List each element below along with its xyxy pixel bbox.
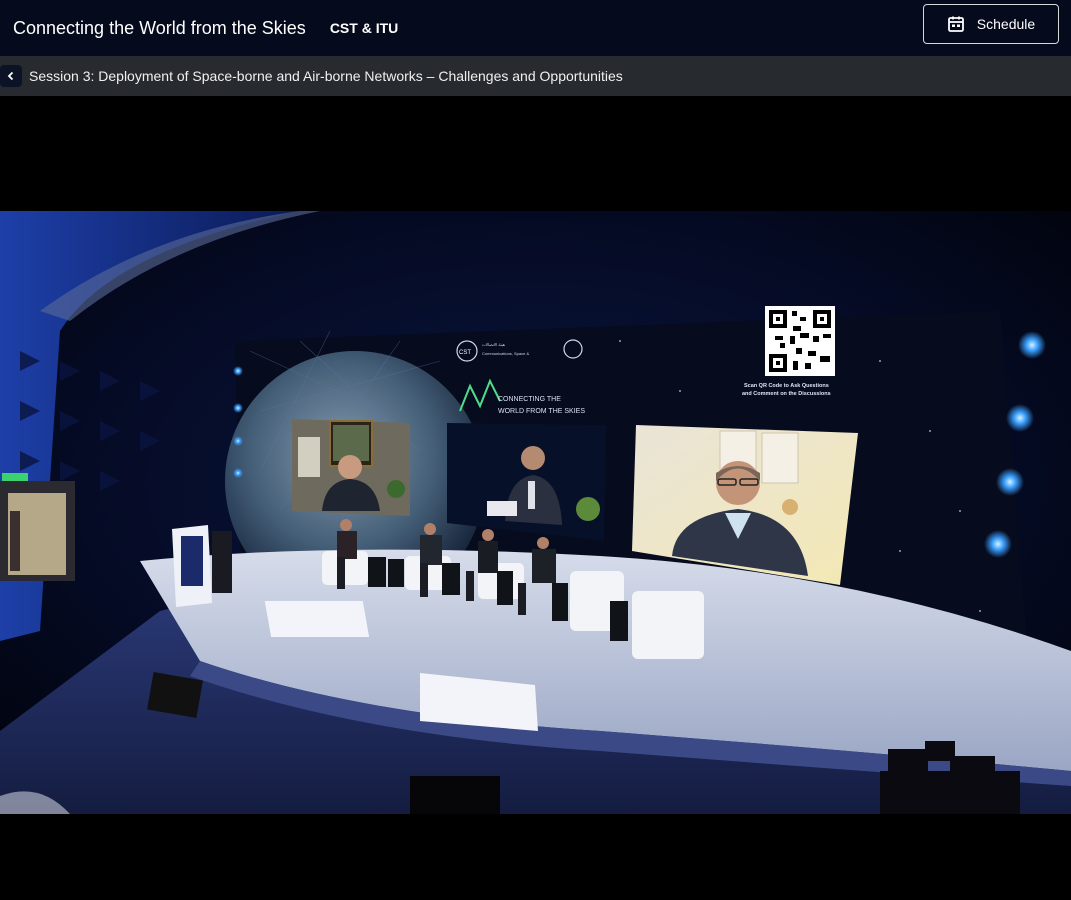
chevron-left-icon: [7, 71, 14, 81]
event-title: Connecting the World from the Skies: [13, 17, 306, 38]
calendar-icon: [947, 16, 964, 32]
exit-sign: [2, 473, 28, 481]
top-bar: Connecting the World from the Skies CST …: [0, 0, 1071, 56]
foreground-camera-shape: [410, 776, 500, 814]
video-frame[interactable]: CONNECTING THE WORLD FROM THE SKIES CST …: [0, 211, 1071, 814]
svg-text:CONNECTING THE: CONNECTING THE: [498, 396, 561, 403]
video-player[interactable]: CONNECTING THE WORLD FROM THE SKIES CST …: [0, 96, 1071, 900]
organizer-label: CST & ITU: [329, 20, 399, 36]
schedule-button[interactable]: Schedule: [923, 4, 1059, 44]
svg-text:CST: CST: [459, 350, 471, 356]
session-bar: Session 3: Deployment of Space-borne and…: [0, 56, 1071, 96]
stage-step-left: [264, 601, 370, 637]
schedule-button-label: Schedule: [976, 16, 1036, 32]
qr-caption-2: and Comment on the Discussions: [742, 391, 831, 397]
svg-text:WORLD FROM THE SKIES: WORLD FROM THE SKIES: [498, 408, 585, 415]
remote-speaker-panel-left: [292, 419, 410, 516]
qr-caption-1: Scan QR Code to Ask Questions: [744, 383, 829, 389]
svg-text:Communications, Space &: Communications, Space &: [482, 351, 529, 356]
svg-text:هيئة الاتصالات: هيئة الاتصالات: [482, 342, 505, 347]
remote-speaker-panel-center: [447, 423, 606, 541]
session-title: Session 3: Deployment of Space-borne and…: [29, 68, 623, 84]
person-in-doorway: [10, 511, 20, 571]
back-button[interactable]: [0, 65, 22, 87]
